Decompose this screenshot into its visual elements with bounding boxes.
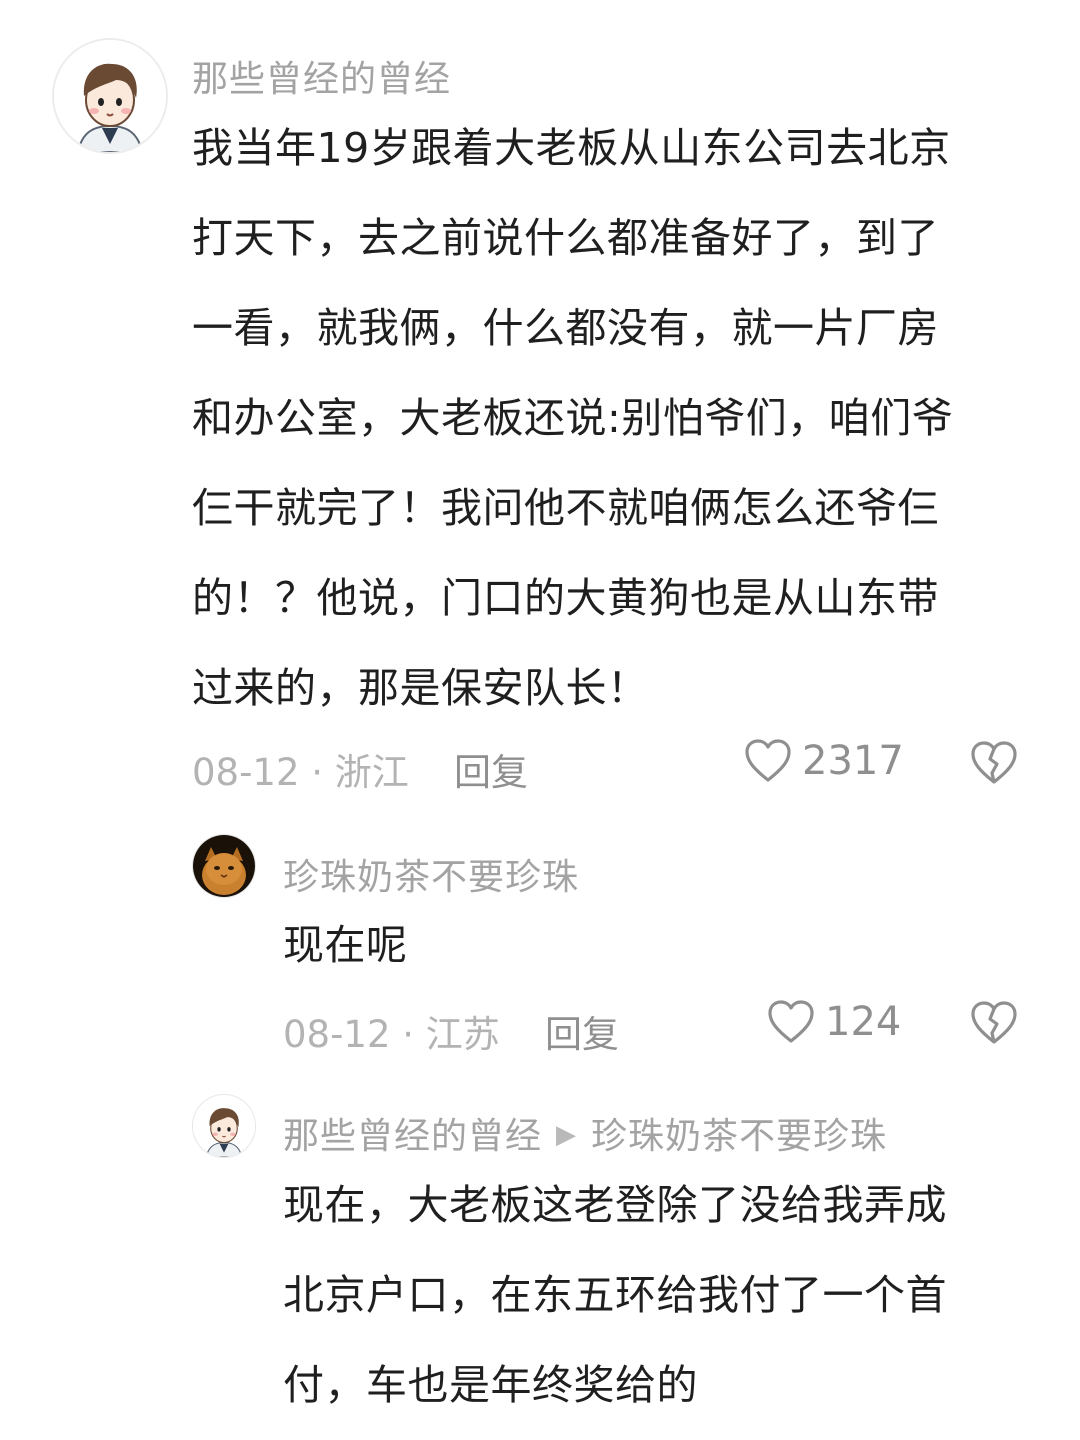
reply-body: 现在，大老板这老登除了没给我弄成 北京户口，在东五环给我付了一个首 付，车也是年… bbox=[283, 1160, 947, 1430]
like-count: 2317 bbox=[802, 738, 904, 784]
reply-header: 那些曾经的曾经 ▶ 珍珠奶茶不要珍珠 bbox=[283, 1107, 887, 1159]
dislike-button[interactable] bbox=[970, 1000, 1018, 1050]
dislike-button[interactable] bbox=[970, 740, 1018, 790]
broken-heart-icon bbox=[971, 1001, 1017, 1044]
comment-thread: 那些曾经的曾经 我当年19岁跟着大老板从山东公司去北京 打天下，去之前说什么都准… bbox=[0, 0, 1080, 1440]
reply-line: 北京户口，在东五环给我付了一个首 bbox=[283, 1271, 947, 1319]
avatar[interactable] bbox=[192, 834, 256, 898]
triangle-right-icon: ▶ bbox=[556, 1120, 578, 1150]
comment-line: 我当年19岁跟着大老板从山东公司去北京 bbox=[192, 124, 951, 172]
comment-line: 一看，就我俩，什么都没有，就一片厂房 bbox=[192, 304, 939, 352]
comment-author[interactable]: 那些曾经的曾经 bbox=[192, 50, 451, 102]
reply-author[interactable]: 那些曾经的曾经 bbox=[283, 1116, 542, 1157]
comment-body: 我当年19岁跟着大老板从山东公司去北京 打天下，去之前说什么都准备好了，到了 一… bbox=[192, 103, 953, 733]
comment-meta: 08-12 · 浙江 bbox=[192, 751, 409, 794]
like-button[interactable]: 2317 bbox=[744, 738, 904, 784]
reply-line: 现在，大老板这老登除了没给我弄成 bbox=[283, 1181, 947, 1229]
comment-line: 仨干就完了！我问他不就咱俩怎么还爷仨 bbox=[192, 484, 939, 532]
reply-button[interactable]: 回复 bbox=[454, 742, 528, 796]
heart-outline-icon bbox=[768, 1000, 814, 1043]
like-count: 124 bbox=[825, 999, 902, 1045]
reply-meta: 08-12 · 江苏 bbox=[283, 1013, 500, 1056]
reply-line: 现在呢 bbox=[283, 921, 408, 969]
comment-line: 过来的，那是保安队长！ bbox=[192, 664, 649, 712]
reply-to-author[interactable]: 珍珠奶茶不要珍珠 bbox=[591, 1116, 887, 1157]
heart-outline-icon bbox=[745, 739, 791, 782]
comment-line: 打天下，去之前说什么都准备好了，到了 bbox=[192, 214, 939, 262]
reply-body: 现在呢 bbox=[283, 900, 408, 990]
comment-line: 的！？他说，门口的大黄狗也是从山东带 bbox=[192, 574, 939, 622]
avatar[interactable] bbox=[52, 38, 168, 154]
avatar[interactable] bbox=[192, 1094, 256, 1158]
like-button[interactable]: 124 bbox=[767, 999, 901, 1045]
comment-line: 和办公室，大老板还说:别怕爷们，咱们爷 bbox=[192, 394, 954, 442]
reply-author[interactable]: 珍珠奶茶不要珍珠 bbox=[283, 848, 579, 900]
reply-button[interactable]: 回复 bbox=[545, 1004, 619, 1058]
broken-heart-icon bbox=[971, 741, 1017, 784]
reply-line: 付，车也是年终奖给的 bbox=[283, 1361, 698, 1409]
